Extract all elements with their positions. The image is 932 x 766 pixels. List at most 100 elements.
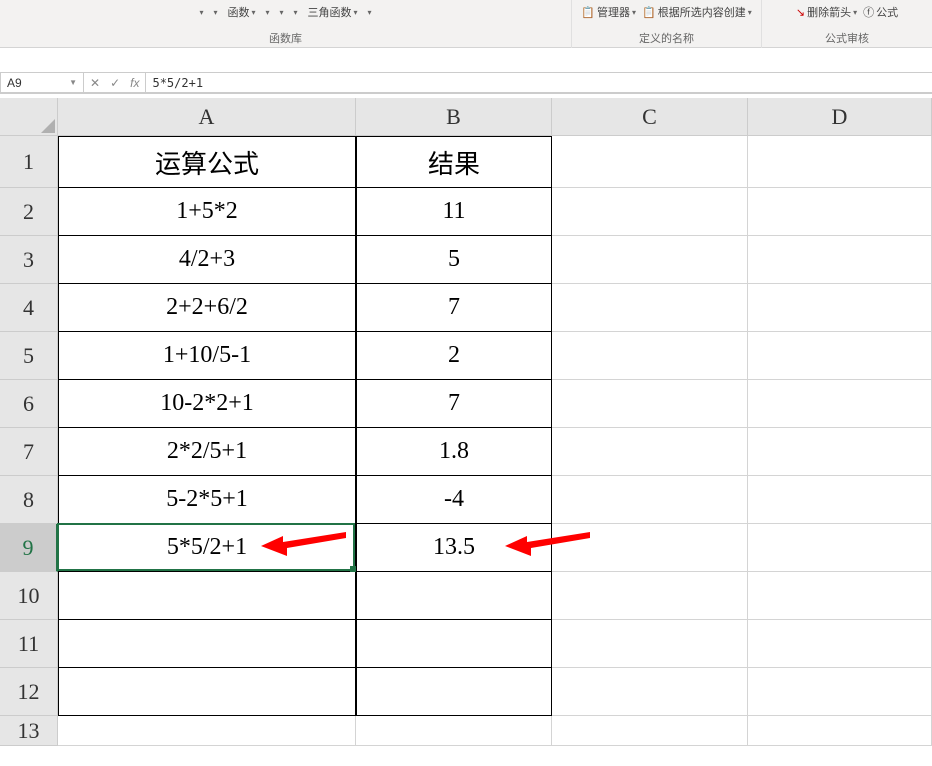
cell-C7[interactable] <box>552 428 748 476</box>
cell-C3[interactable] <box>552 236 748 284</box>
cell-D12[interactable] <box>748 668 932 716</box>
cell-A12[interactable] <box>58 668 356 716</box>
formula-bar-input[interactable]: 5*5/2+1 <box>146 72 932 93</box>
cell-D9[interactable] <box>748 524 932 572</box>
cell-D11[interactable] <box>748 620 932 668</box>
cell-C9[interactable] <box>552 524 748 572</box>
row-header-11[interactable]: 11 <box>0 620 58 668</box>
cell-B3[interactable]: 5 <box>356 236 552 284</box>
cell-value: 5 <box>448 246 460 273</box>
cell-B12[interactable] <box>356 668 552 716</box>
cell-C12[interactable] <box>552 668 748 716</box>
cell-A10[interactable] <box>58 572 356 620</box>
formula-audit-button[interactable]: ⓕ公式 <box>863 4 898 20</box>
cell-A2[interactable]: 1+5*2 <box>58 188 356 236</box>
select-all-triangle[interactable] <box>0 98 58 136</box>
table-row: 4/2+3 5 <box>58 236 932 284</box>
row-header-13[interactable]: 13 <box>0 716 58 746</box>
cell-A13[interactable] <box>58 716 356 746</box>
cancel-formula-icon[interactable]: ✕ <box>90 76 100 90</box>
cell-D4[interactable] <box>748 284 932 332</box>
cell-C4[interactable] <box>552 284 748 332</box>
cell-B13[interactable] <box>356 716 552 746</box>
column-header-D[interactable]: D <box>748 98 932 136</box>
cells-area: 运算公式结果1+5*211 4/2+3 5 2+2+6/271+10/5-1210-2… <box>58 136 932 746</box>
cell-D6[interactable] <box>748 380 932 428</box>
cell-D5[interactable] <box>748 332 932 380</box>
fx-icon[interactable]: fx <box>130 76 139 90</box>
cell-C13[interactable] <box>552 716 748 746</box>
column-header-C[interactable]: C <box>552 98 748 136</box>
cell-A8[interactable]: 5-2*5+1 <box>58 476 356 524</box>
ribbon-item[interactable]: ▾ <box>280 8 284 17</box>
cell-C8[interactable] <box>552 476 748 524</box>
cell-D7[interactable] <box>748 428 932 476</box>
cell-B2[interactable]: 11 <box>356 188 552 236</box>
ribbon-item[interactable]: 三角函数▾ <box>308 4 358 20</box>
ribbon-formula-audit-items: ↘删除箭头▾ ⓕ公式 <box>796 2 898 22</box>
cell-C1[interactable] <box>552 136 748 188</box>
row-header-12[interactable]: 12 <box>0 668 58 716</box>
row-header-9[interactable]: 9 <box>0 524 58 572</box>
chevron-down-icon: ▾ <box>199 8 203 17</box>
cell-C11[interactable] <box>552 620 748 668</box>
cell-C5[interactable] <box>552 332 748 380</box>
cell-B5[interactable]: 2 <box>356 332 552 380</box>
cell-A5[interactable]: 1+10/5-1 <box>58 332 356 380</box>
ribbon-item[interactable]: 函数▾ <box>227 4 255 20</box>
ribbon-item[interactable]: ▾ <box>294 8 298 17</box>
cell-C6[interactable] <box>552 380 748 428</box>
cell-D1[interactable] <box>748 136 932 188</box>
cell-A4[interactable]: 2+2+6/2 <box>58 284 356 332</box>
cell-B9[interactable]: 13.5 <box>356 524 552 572</box>
cell-A3[interactable]: 4/2+3 <box>58 236 356 284</box>
row-header-2[interactable]: 2 <box>0 188 58 236</box>
row-header-8[interactable]: 8 <box>0 476 58 524</box>
cell-B6[interactable]: 7 <box>356 380 552 428</box>
row-header-5[interactable]: 5 <box>0 332 58 380</box>
ribbon-item[interactable]: 📋管理器▾ <box>581 4 636 20</box>
cell-A6[interactable]: 10-2*2+1 <box>58 380 356 428</box>
cell-D13[interactable] <box>748 716 932 746</box>
chevron-down-icon: ▾ <box>354 8 358 17</box>
cell-D8[interactable] <box>748 476 932 524</box>
ribbon-item-label: 三角函数 <box>308 4 352 20</box>
cell-B7[interactable]: 1.8 <box>356 428 552 476</box>
column-header-A[interactable]: A <box>58 98 356 136</box>
cell-C2[interactable] <box>552 188 748 236</box>
row-header-7[interactable]: 7 <box>0 428 58 476</box>
cell-value: 4/2+3 <box>179 246 235 273</box>
cell-D3[interactable] <box>748 236 932 284</box>
chevron-down-icon: ▾ <box>213 8 217 17</box>
cell-D2[interactable] <box>748 188 932 236</box>
row-header-1[interactable]: 1 <box>0 136 58 188</box>
ribbon-item[interactable]: 📋根据所选内容创建▾ <box>642 4 752 20</box>
cell-value: 2*2/5+1 <box>167 438 247 465</box>
cell-B1[interactable]: 结果 <box>356 136 552 188</box>
ribbon-item[interactable]: ▾ <box>213 8 217 17</box>
name-box[interactable]: A9 ▼ <box>0 72 84 93</box>
column-header-B[interactable]: B <box>356 98 552 136</box>
name-box-value: A9 <box>7 76 22 90</box>
ribbon-item[interactable]: ▾ <box>265 8 269 17</box>
cell-D10[interactable] <box>748 572 932 620</box>
cell-A1[interactable]: 运算公式 <box>58 136 356 188</box>
remove-arrows-button[interactable]: ↘删除箭头▾ <box>796 4 857 20</box>
cell-A9[interactable]: 5*5/2+1 <box>58 524 356 572</box>
ribbon-item[interactable]: ▾ <box>368 8 372 17</box>
cell-C10[interactable] <box>552 572 748 620</box>
row-header-6[interactable]: 6 <box>0 380 58 428</box>
cell-B11[interactable] <box>356 620 552 668</box>
row-header-3[interactable]: 3 <box>0 236 58 284</box>
cell-B8[interactable]: -4 <box>356 476 552 524</box>
ribbon-item[interactable]: ▾ <box>199 8 203 17</box>
cell-B10[interactable] <box>356 572 552 620</box>
accept-formula-icon[interactable]: ✓ <box>110 76 120 90</box>
row-header-4[interactable]: 4 <box>0 284 58 332</box>
cell-A11[interactable] <box>58 620 356 668</box>
table-row <box>58 668 932 716</box>
cell-A7[interactable]: 2*2/5+1 <box>58 428 356 476</box>
row-header-10[interactable]: 10 <box>0 572 58 620</box>
table-row <box>58 716 932 746</box>
cell-B4[interactable]: 7 <box>356 284 552 332</box>
